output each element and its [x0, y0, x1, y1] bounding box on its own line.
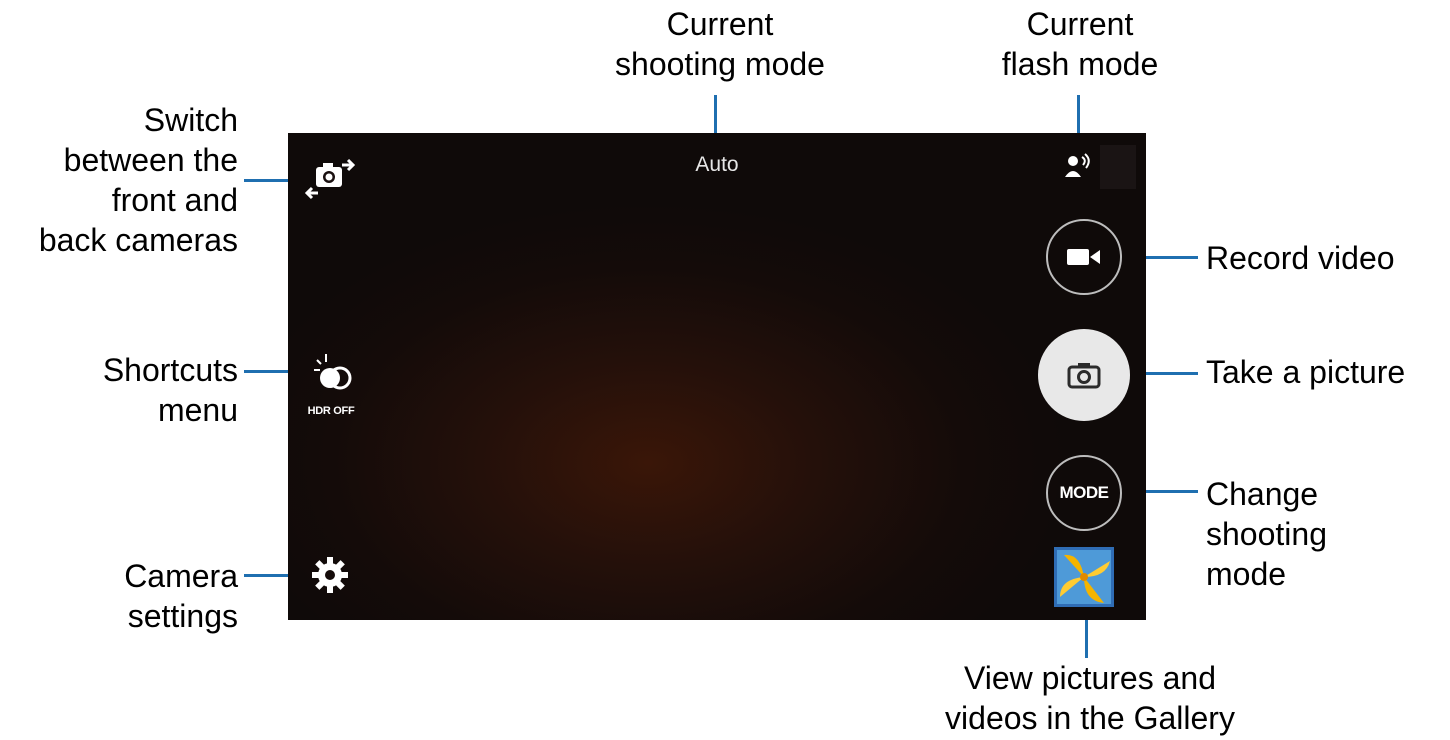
callout-line: Current: [666, 6, 774, 42]
switch-camera-icon[interactable]: [302, 153, 358, 203]
callout-current-shooting-mode: Current shooting mode: [600, 4, 840, 84]
record-video-button[interactable]: [1046, 219, 1122, 295]
video-camera-icon: [1067, 249, 1100, 265]
current-shooting-mode-label: Auto: [695, 153, 739, 176]
hdr-icon[interactable]: [306, 348, 358, 404]
leader-line-switch-cameras: [244, 179, 288, 182]
callout-line: Record video: [1206, 240, 1395, 276]
callout-line: shooting mode: [615, 46, 825, 82]
callout-line: menu: [157, 392, 238, 428]
callout-view-gallery: View pictures and videos in the Gallery: [930, 658, 1250, 738]
callout-line: Change: [1206, 476, 1319, 512]
callout-line: Camera: [124, 558, 238, 594]
callout-line: mode: [1206, 556, 1287, 592]
camera-icon: [1067, 363, 1101, 389]
callout-shortcuts-menu: Shortcuts menu: [0, 350, 238, 430]
callout-switch-cameras: Switch between the front and back camera…: [0, 100, 238, 260]
leader-line-flash-mode: [1077, 95, 1080, 133]
callout-line: between the: [63, 142, 238, 178]
gallery-thumbnail-icon[interactable]: [1054, 547, 1114, 607]
leader-line-gallery: [1085, 620, 1088, 658]
callout-record-video: Record video: [1206, 238, 1395, 278]
gear-icon[interactable]: [306, 551, 354, 599]
callout-line: shooting: [1206, 516, 1327, 552]
callout-line: front and: [111, 182, 238, 218]
leader-line-settings: [244, 574, 288, 577]
callout-camera-settings: Camera settings: [0, 556, 238, 636]
mode-button[interactable]: MODE: [1046, 455, 1122, 531]
callout-current-flash-mode: Current flash mode: [970, 4, 1190, 84]
status-corner-block: [1100, 145, 1136, 189]
leader-line-record-video: [1146, 256, 1198, 259]
leader-line-take-picture: [1146, 372, 1198, 375]
leader-line-change-mode: [1146, 490, 1198, 493]
flash-mode-icon[interactable]: [1060, 151, 1096, 181]
callout-line: Switch: [143, 102, 238, 138]
callout-line: settings: [127, 598, 238, 634]
callout-take-picture: Take a picture: [1206, 352, 1405, 392]
hdr-status-label: HDR OFF: [307, 405, 355, 417]
callout-line: videos in the Gallery: [945, 700, 1235, 736]
take-picture-button[interactable]: [1038, 329, 1130, 421]
callout-line: flash mode: [1001, 46, 1159, 82]
callout-line: Shortcuts: [102, 352, 238, 388]
leader-line-shooting-mode: [714, 95, 717, 133]
mode-button-label: MODE: [1059, 483, 1110, 502]
callout-line: View pictures and: [964, 660, 1216, 696]
callout-line: Current: [1026, 6, 1134, 42]
callout-line: Take a picture: [1206, 354, 1406, 390]
leader-line-shortcuts: [244, 370, 288, 373]
camera-viewfinder[interactable]: Auto HDR OFF MODE: [288, 133, 1146, 620]
callout-change-shooting-mode: Change shooting mode: [1206, 474, 1327, 594]
callout-line: back cameras: [38, 222, 238, 258]
